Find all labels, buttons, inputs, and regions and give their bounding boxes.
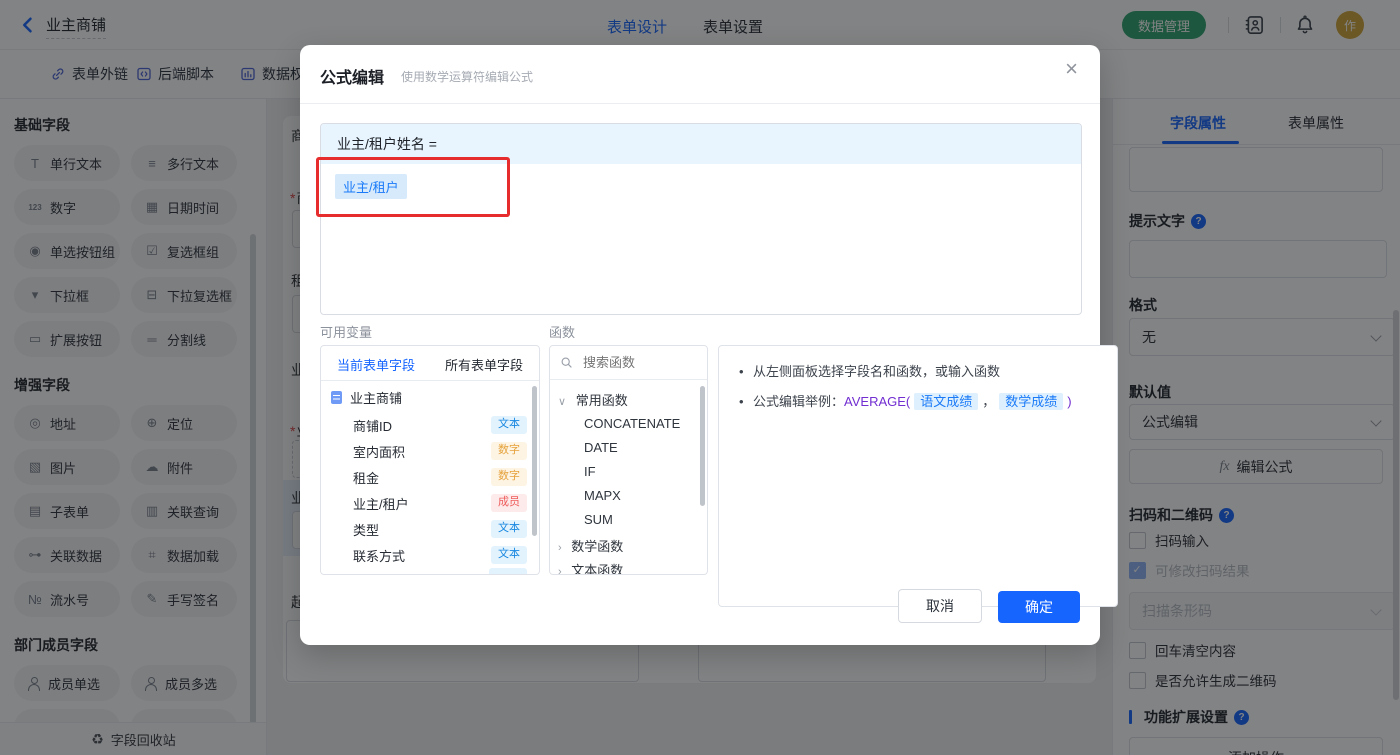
variable-field-row[interactable]: 室内面积 数字 xyxy=(321,438,539,464)
form-document-icon xyxy=(331,390,342,404)
function-name-example: AVERAGE( xyxy=(844,394,911,409)
field-type-badge: 数字 xyxy=(491,442,527,460)
tab-current-form-fields[interactable]: 当前表单字段 xyxy=(337,355,415,374)
field-type-badge: 文本 xyxy=(491,416,527,434)
function-group-common[interactable]: ∨ 常用函数 xyxy=(558,390,628,409)
variable-field-row[interactable]: 类型 文本 xyxy=(321,516,539,542)
search-icon xyxy=(561,357,572,368)
function-item[interactable]: CONCATENATE xyxy=(584,416,680,431)
tip-line-2: 公式编辑举例：AVERAGE(语文成绩，数学成绩) xyxy=(737,392,1099,412)
tab-all-form-fields[interactable]: 所有表单字段 xyxy=(445,355,523,374)
variables-label: 可用变量 xyxy=(320,325,373,340)
function-item[interactable]: DATE xyxy=(584,440,618,455)
variable-field-row[interactable]: 联系方式 文本 xyxy=(321,542,539,568)
function-group-math[interactable]: › 数学函数 xyxy=(558,536,623,555)
modal-title: 公式编辑 xyxy=(320,70,385,87)
variable-field-row[interactable]: 租金 数字 xyxy=(321,464,539,490)
field-type-badge: 文本 xyxy=(491,520,527,538)
variables-panel: 当前表单字段 所有表单字段 业主商铺 商铺ID 文本 室内面积 数字 租金 数字… xyxy=(320,345,540,575)
function-group-text[interactable]: › 文本函数 xyxy=(558,560,623,575)
field-type-badge: 数字 xyxy=(491,468,527,486)
tips-panel: 从左侧面板选择字段名和函数，或输入函数 公式编辑举例：AVERAGE(语文成绩，… xyxy=(718,345,1118,607)
formula-editor: 业主/租户姓名 = 业主/租户 xyxy=(320,123,1082,315)
close-icon[interactable]: × xyxy=(1065,58,1078,80)
cancel-button[interactable]: 取消 xyxy=(898,589,982,623)
chevron-right-icon: › xyxy=(558,566,562,575)
variable-field-row[interactable]: 商铺ID 文本 xyxy=(321,412,539,438)
chevron-down-icon: ∨ xyxy=(558,396,567,408)
field-type-badge: 文本 xyxy=(491,546,527,564)
variable-field-row[interactable]: 业主/租户 成员 xyxy=(321,490,539,516)
example-field-chip: 语文成绩 xyxy=(914,393,979,410)
variables-root-node[interactable]: 业主商铺 xyxy=(321,384,539,410)
example-field-chip: 数学成绩 xyxy=(999,393,1064,410)
function-item[interactable]: SUM xyxy=(584,512,613,527)
divider xyxy=(300,103,1100,104)
functions-panel: ∨ 常用函数 CONCATENATE DATE IF MAPX SUM › 数学… xyxy=(549,345,708,575)
function-search-input[interactable] xyxy=(581,354,685,371)
formula-field-chip[interactable]: 业主/租户 xyxy=(335,174,407,199)
modal-subtitle: 使用数学运算符编辑公式 xyxy=(401,70,534,84)
field-type-badge: 成员 xyxy=(491,494,527,512)
tip-line-1: 从左侧面板选择字段名和函数，或输入函数 xyxy=(737,362,1099,382)
functions-label: 函数 xyxy=(549,325,576,340)
function-item[interactable]: IF xyxy=(584,464,596,479)
variables-scrollbar[interactable] xyxy=(532,386,537,536)
confirm-button[interactable]: 确定 xyxy=(998,591,1080,623)
clipped-badge xyxy=(489,568,527,574)
function-search[interactable] xyxy=(550,346,707,380)
chevron-right-icon: › xyxy=(558,542,562,554)
function-item[interactable]: MAPX xyxy=(584,488,621,503)
formula-edit-modal: 公式编辑 使用数学运算符编辑公式 × 业主/租户姓名 = 业主/租户 可用变量 … xyxy=(300,45,1118,645)
functions-scrollbar[interactable] xyxy=(700,386,705,506)
formula-target: 业主/租户姓名 = xyxy=(321,124,1081,164)
